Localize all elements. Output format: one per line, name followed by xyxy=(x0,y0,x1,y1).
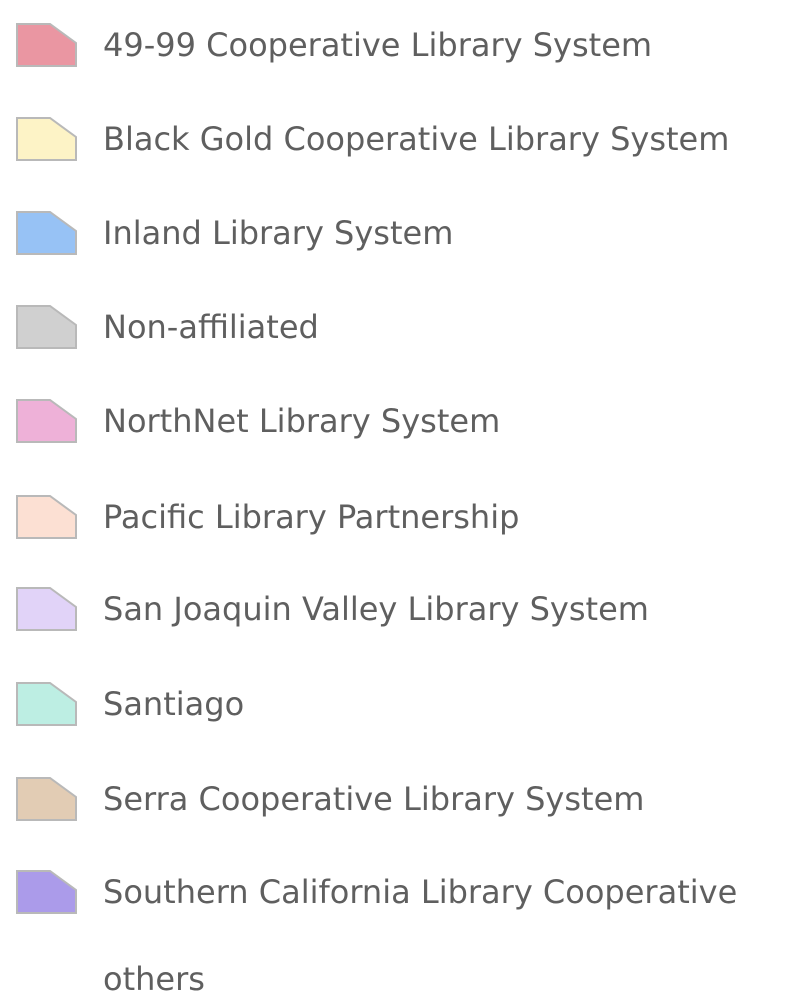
legend-label: Black Gold Cooperative Library System xyxy=(103,120,730,158)
legend-item: NorthNet Library System xyxy=(0,393,787,453)
legend-item: San Joaquin Valley Library System xyxy=(0,581,787,641)
legend-label: Pacific Library Partnership xyxy=(103,498,520,536)
legend-label: NorthNet Library System xyxy=(103,402,501,440)
polygon-swatch-icon xyxy=(16,777,78,821)
legend-label: Inland Library System xyxy=(103,214,454,252)
legend-label: Serra Cooperative Library System xyxy=(103,780,645,818)
legend-item: Santiago xyxy=(0,676,787,736)
legend-label: San Joaquin Valley Library System xyxy=(103,590,649,628)
legend-item: Non-affiliated xyxy=(0,299,787,359)
legend-item: Black Gold Cooperative Library System xyxy=(0,111,787,171)
legend-label: 49-99 Cooperative Library System xyxy=(103,26,653,64)
legend-item: Serra Cooperative Library System xyxy=(0,771,787,831)
legend-panel: 49-99 Cooperative Library System Black G… xyxy=(0,0,787,1004)
polygon-swatch-icon xyxy=(16,587,78,631)
legend-label: Santiago xyxy=(103,685,245,723)
polygon-swatch-icon xyxy=(16,399,78,443)
legend-item: Inland Library System xyxy=(0,205,787,265)
legend-item: Pacific Library Partnership xyxy=(0,489,787,549)
legend-item-others: others xyxy=(0,957,787,1001)
polygon-swatch-icon xyxy=(16,495,78,539)
legend-label-others: others xyxy=(103,960,205,998)
polygon-swatch-icon xyxy=(16,305,78,349)
polygon-swatch-icon xyxy=(16,870,78,914)
legend-item: 49-99 Cooperative Library System xyxy=(0,17,787,77)
legend-item: Southern California Library Cooperative xyxy=(0,864,787,924)
polygon-swatch-icon xyxy=(16,211,78,255)
polygon-swatch-icon xyxy=(16,117,78,161)
polygon-swatch-icon xyxy=(16,23,78,67)
legend-label: Non-affiliated xyxy=(103,308,319,346)
legend-label: Southern California Library Cooperative xyxy=(103,873,738,911)
polygon-swatch-icon xyxy=(16,682,78,726)
